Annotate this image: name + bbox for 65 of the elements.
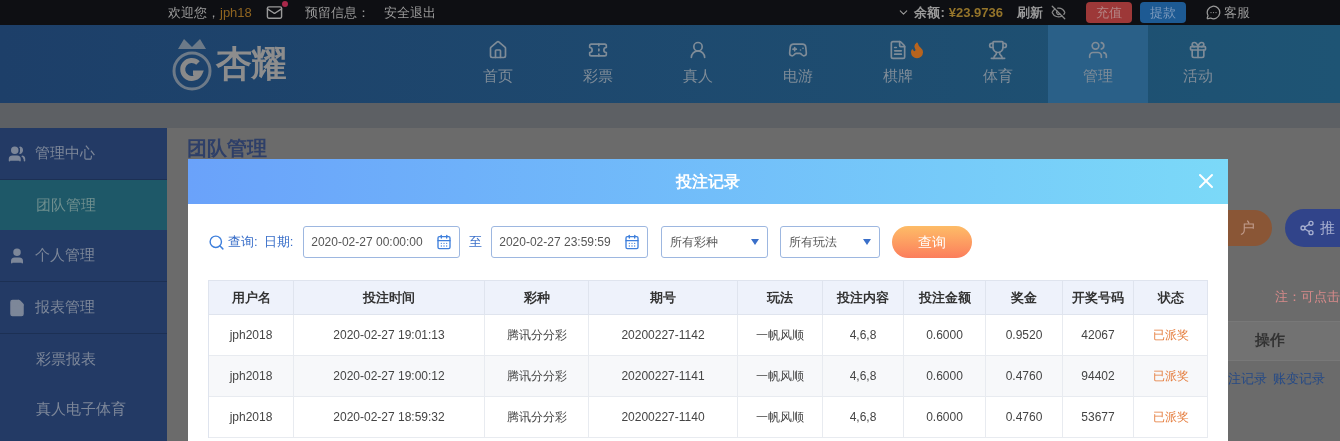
balance-label: 余额: [914, 3, 945, 22]
home-icon [488, 40, 508, 61]
caret-down-icon [863, 239, 872, 245]
file-icon [8, 298, 26, 317]
lottery-select[interactable]: 所有彩种 [661, 226, 769, 258]
service-button[interactable]: 客服 [1206, 2, 1250, 23]
deposit-button[interactable]: 充值 [1086, 2, 1132, 23]
nav-item[interactable]: 体育 [948, 25, 1048, 103]
share-icon [1299, 220, 1315, 236]
table-cell: 0.4760 [986, 397, 1063, 438]
page-title: 团队管理 [187, 136, 267, 161]
action-header: 操作 [1255, 330, 1285, 351]
balance-value: ¥23.9736 [948, 3, 1003, 22]
mail-icon[interactable] [265, 4, 283, 21]
table-cell: 已派奖 [1134, 397, 1208, 438]
welcome-text: 欢迎您， [168, 3, 220, 22]
table-cell: 腾讯分分彩 [485, 397, 589, 438]
nav-item[interactable]: 真人 [648, 25, 748, 103]
table-cell: 一帆风顺 [738, 397, 823, 438]
calendar-icon [624, 234, 641, 250]
dialog-title: 投注记录 [676, 171, 740, 192]
nav-item[interactable]: 电游 [748, 25, 848, 103]
gift-icon [1188, 40, 1208, 61]
table-cell: 2020-02-27 18:59:32 [294, 397, 485, 438]
nav-item[interactable]: 彩票 [548, 25, 648, 103]
reserved-info-label: 预留信息： [304, 3, 370, 22]
query-button[interactable]: 查询 [892, 226, 973, 258]
record-link[interactable]: 账变记录 [1273, 368, 1325, 388]
note-text: 注：可点击 [1275, 288, 1340, 306]
end-date-field[interactable]: 2020-02-27 23:59:59 [491, 226, 649, 258]
logo[interactable]: 杏耀 [168, 33, 433, 95]
user-icon [8, 246, 26, 265]
users-icon [1088, 40, 1108, 61]
nav-item[interactable]: 首页 [448, 25, 548, 103]
eye-off-icon[interactable] [1051, 5, 1066, 20]
sidebar-item[interactable]: 真人电子体育 [0, 384, 167, 434]
logo-text: 杏耀 [216, 42, 287, 86]
withdraw-button[interactable]: 提款 [1140, 2, 1186, 23]
sidebar-item[interactable]: 团队管理 [0, 180, 167, 230]
table-cell: 20200227-1140 [589, 397, 738, 438]
users-icon [8, 144, 26, 163]
query-label: 查询: [228, 233, 258, 252]
start-date-field[interactable]: 2020-02-27 00:00:00 [303, 226, 461, 258]
logout-link[interactable]: 安全退出 [383, 2, 436, 23]
calendar-icon [436, 234, 453, 250]
username: jph18 [220, 3, 252, 22]
table-cell: jph2018 [209, 397, 294, 438]
nav-item[interactable]: 管理 [1048, 25, 1148, 103]
promote-button[interactable]: 推 [1285, 209, 1340, 247]
search-icon [208, 233, 225, 251]
nav-item[interactable]: 棋牌 [848, 25, 948, 103]
record-link[interactable]: 注记录 [1228, 368, 1267, 388]
chat-icon [1206, 5, 1221, 20]
caret-down-icon [751, 239, 760, 245]
table-cell: 4,6,8 [823, 397, 904, 438]
trophy-icon [988, 40, 1008, 61]
nav-item[interactable]: 活动 [1148, 25, 1248, 103]
sidebar-item[interactable]: 彩票报表 [0, 334, 167, 384]
table-cell: 0.6000 [904, 397, 986, 438]
to-label: 至 [469, 233, 483, 252]
table-cell: 53677 [1063, 397, 1134, 438]
date-label: 日期: [263, 233, 294, 252]
play-select[interactable]: 所有玩法 [780, 226, 881, 258]
person-icon [688, 40, 708, 61]
refresh-link[interactable]: 刷新 [1017, 2, 1043, 23]
